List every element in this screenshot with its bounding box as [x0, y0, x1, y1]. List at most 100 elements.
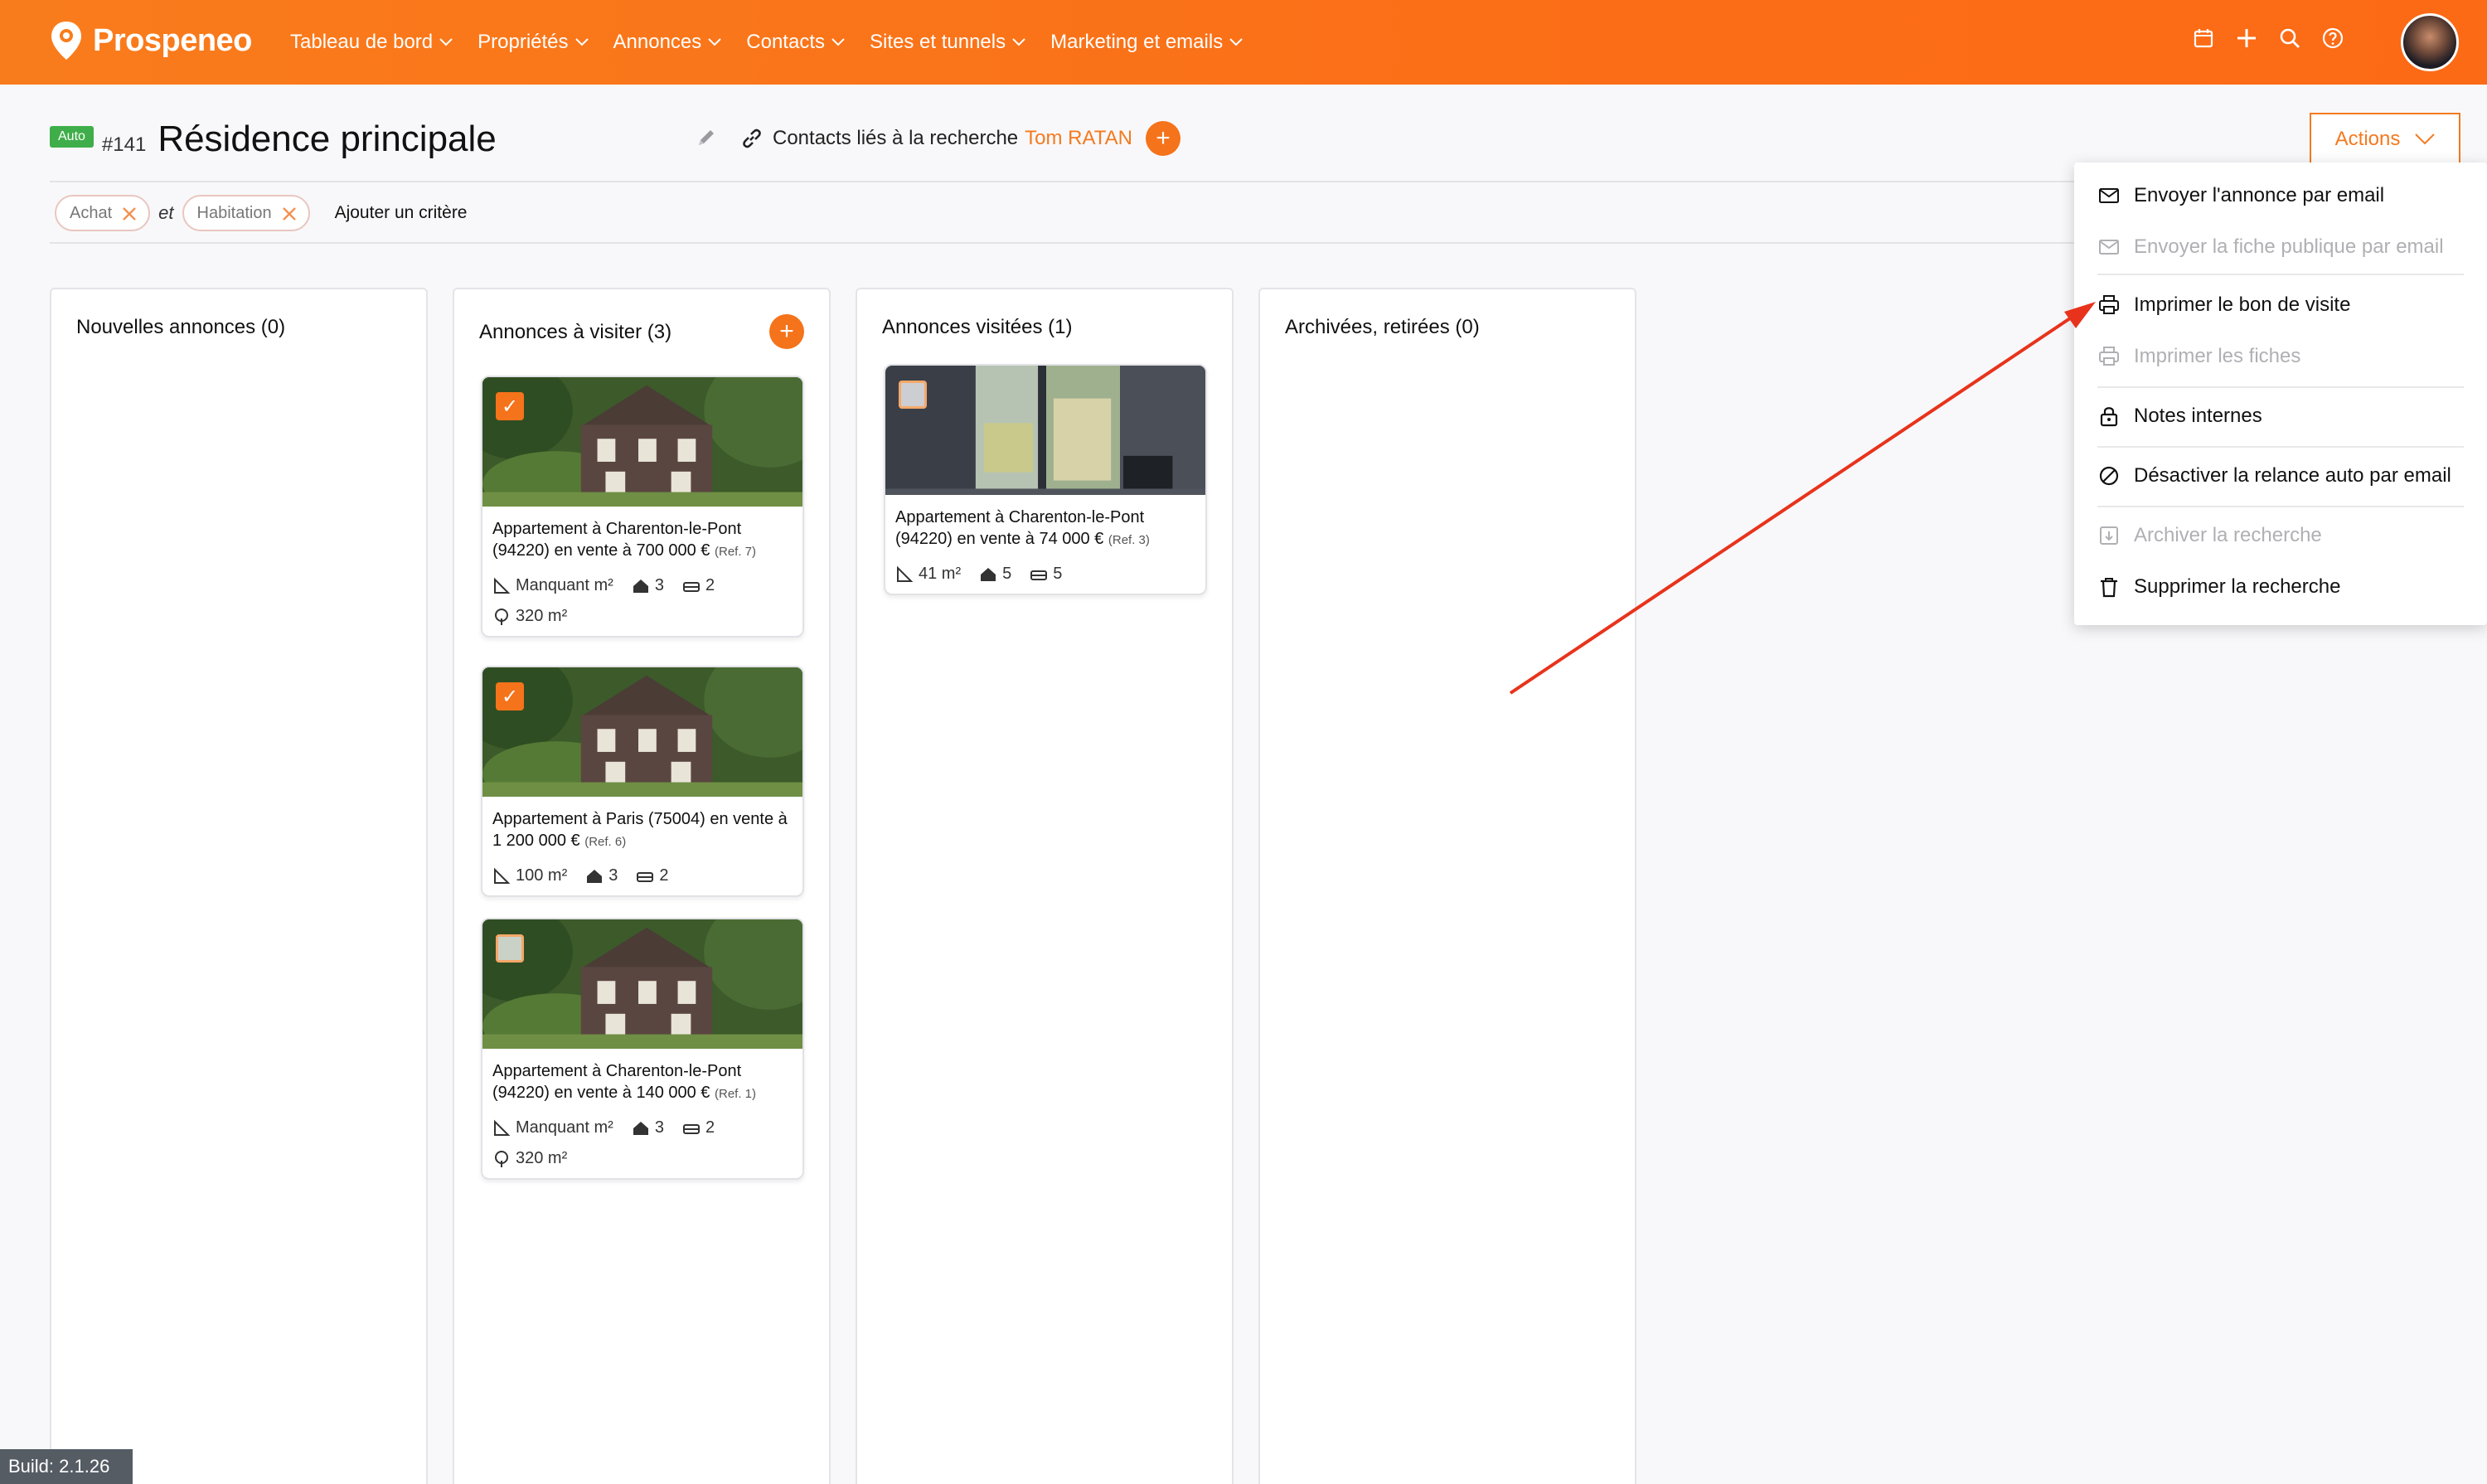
select-checkbox[interactable] — [496, 934, 524, 963]
ruler-icon — [494, 1119, 511, 1136]
mail-icon — [2099, 240, 2119, 255]
ruler-icon — [494, 867, 511, 884]
criterion-label: Achat — [70, 203, 113, 222]
add-listing-button[interactable]: + — [769, 314, 804, 349]
menu-item-label: Supprimer la recherche — [2134, 575, 2341, 598]
plus-icon[interactable] — [2233, 25, 2260, 51]
page-title: Résidence principale — [158, 119, 497, 159]
brand-logo[interactable]: Prospeneo — [50, 20, 252, 61]
criterion-chip[interactable]: Achat — [55, 195, 151, 231]
menu-item-label: Imprimer les fiches — [2134, 345, 2301, 367]
listing-title-text: Appartement à Charenton-le-Pont (94220) … — [492, 520, 742, 560]
rooms-feature: 3 — [632, 576, 664, 595]
column-title: Archivées, retirées (0) — [1285, 316, 1480, 338]
mail-icon — [2099, 188, 2119, 203]
listing-photo — [885, 366, 1205, 497]
close-icon[interactable] — [120, 205, 138, 223]
user-avatar[interactable] — [2401, 13, 2459, 71]
surface-feature: Manquant m² — [492, 1118, 613, 1137]
close-icon[interactable] — [280, 205, 298, 223]
menu-item-label: Envoyer l'annonce par email — [2134, 184, 2385, 206]
nav-properties[interactable]: Propriétés — [478, 31, 589, 54]
select-checkbox[interactable]: ✓ — [496, 392, 524, 420]
rooms-value: 3 — [654, 1118, 664, 1137]
nav-listings[interactable]: Annonces — [613, 31, 722, 54]
land-value: 320 m² — [516, 607, 568, 625]
search-header: Auto #141 Résidence principale — [50, 114, 497, 164]
menu-divider — [2097, 506, 2464, 507]
surface-feature: Manquant m² — [492, 576, 613, 595]
land-feature: 320 m² — [492, 1149, 567, 1168]
main-nav: Tableau de bord Propriétés Annonces Cont… — [290, 0, 1268, 85]
select-checkbox[interactable]: ✓ — [496, 682, 524, 710]
listing-title: Appartement à Charenton-le-Pont (94220) … — [885, 497, 1205, 551]
menu-item-label: Désactiver la relance auto par email — [2134, 464, 2451, 487]
bed-icon — [637, 871, 654, 882]
chevron-down-icon — [1012, 38, 1025, 46]
ruler-icon — [494, 577, 511, 594]
column-title: Nouvelles annonces (0) — [76, 316, 286, 338]
search-icon[interactable] — [2276, 25, 2303, 51]
auto-badge: Auto — [50, 126, 94, 148]
ban-icon — [2099, 466, 2119, 486]
nav-label: Sites et tunnels — [870, 31, 1006, 53]
trash-icon — [2101, 578, 2117, 598]
listing-card[interactable]: ✓ Appartement à Charenton-le-Pont (94220… — [481, 376, 804, 638]
chevron-down-icon — [2415, 133, 2436, 145]
chevron-down-icon — [574, 38, 589, 46]
printer-icon — [2099, 295, 2119, 314]
surface-value: 41 m² — [919, 565, 962, 583]
actions-dropdown-button[interactable]: Actions — [2310, 113, 2460, 166]
listing-card[interactable]: Appartement à Charenton-le-Pont (94220) … — [884, 364, 1207, 595]
surface-value: 100 m² — [516, 866, 568, 885]
listing-card[interactable]: ✓ Appartement à Paris (75004) en vente à… — [481, 666, 804, 897]
criteria-joiner: et — [158, 202, 174, 223]
listing-photo: ✓ — [482, 377, 802, 508]
bedrooms-feature: 2 — [682, 576, 715, 595]
actions-label: Actions — [2334, 128, 2401, 150]
menu-item-send-listing-email[interactable]: Envoyer l'annonce par email — [2097, 184, 2384, 207]
listing-features: 41 m² 5 5 — [885, 551, 1205, 594]
nav-contacts[interactable]: Contacts — [746, 31, 845, 54]
top-navbar: Prospeneo Tableau de bord Propriétés Ann… — [0, 0, 2487, 85]
menu-item-label: Imprimer le bon de visite — [2134, 293, 2351, 316]
menu-item-print-sheets: Imprimer les fiches — [2097, 345, 2300, 368]
bedrooms-feature: 2 — [636, 866, 669, 885]
nav-sites-funnels[interactable]: Sites et tunnels — [870, 31, 1025, 54]
actions-menu: Envoyer l'annonce par email Envoyer la f… — [2074, 162, 2487, 625]
rooms-value: 3 — [608, 866, 618, 885]
listing-title: Appartement à Paris (75004) en vente à 1… — [482, 798, 802, 853]
bed-icon — [1030, 570, 1048, 580]
menu-item-archive-search: Archiver la recherche — [2097, 524, 2322, 547]
contact-link[interactable]: Tom RATAN — [1025, 127, 1132, 150]
tree-icon — [495, 1150, 508, 1167]
nav-dashboard[interactable]: Tableau de bord — [290, 31, 453, 54]
help-icon[interactable] — [2320, 25, 2346, 51]
listing-card[interactable]: Appartement à Charenton-le-Pont (94220) … — [481, 918, 804, 1180]
menu-item-print-visit-slip[interactable]: Imprimer le bon de visite — [2097, 293, 2350, 317]
criterion-chip[interactable]: Habitation — [182, 195, 310, 231]
menu-item-delete-search[interactable]: Supprimer la recherche — [2097, 575, 2340, 599]
listing-title-text: Appartement à Charenton-le-Pont (94220) … — [895, 508, 1145, 548]
brand-name: Prospeneo — [93, 22, 252, 58]
bed-icon — [682, 1123, 700, 1134]
linked-contacts-label: Contacts liés à la recherche — [773, 127, 1019, 149]
pencil-icon[interactable] — [695, 126, 718, 149]
menu-item-label: Archiver la recherche — [2134, 524, 2322, 546]
listing-title-text: Appartement à Paris (75004) en vente à 1… — [492, 810, 788, 850]
surface-value: Manquant m² — [516, 576, 613, 594]
calendar-icon[interactable] — [2190, 25, 2217, 51]
add-contact-button[interactable]: + — [1145, 121, 1180, 156]
bedrooms-value: 2 — [705, 1118, 715, 1137]
nav-marketing[interactable]: Marketing et emails — [1050, 31, 1243, 54]
nav-label: Contacts — [746, 31, 825, 53]
listing-features: Manquant m² 3 2 — [482, 563, 802, 595]
listing-ref: (Ref. 1) — [715, 1087, 757, 1101]
select-checkbox[interactable] — [899, 381, 927, 409]
surface-feature: 41 m² — [895, 565, 961, 584]
listing-title: Appartement à Charenton-le-Pont (94220) … — [482, 1050, 802, 1105]
column-new-listings: Nouvelles annonces (0) — [50, 288, 428, 1484]
menu-item-disable-auto-reminder[interactable]: Désactiver la relance auto par email — [2097, 464, 2451, 487]
add-criterion-link[interactable]: Ajouter un critère — [335, 203, 468, 223]
menu-item-internal-notes[interactable]: Notes internes — [2097, 405, 2262, 428]
